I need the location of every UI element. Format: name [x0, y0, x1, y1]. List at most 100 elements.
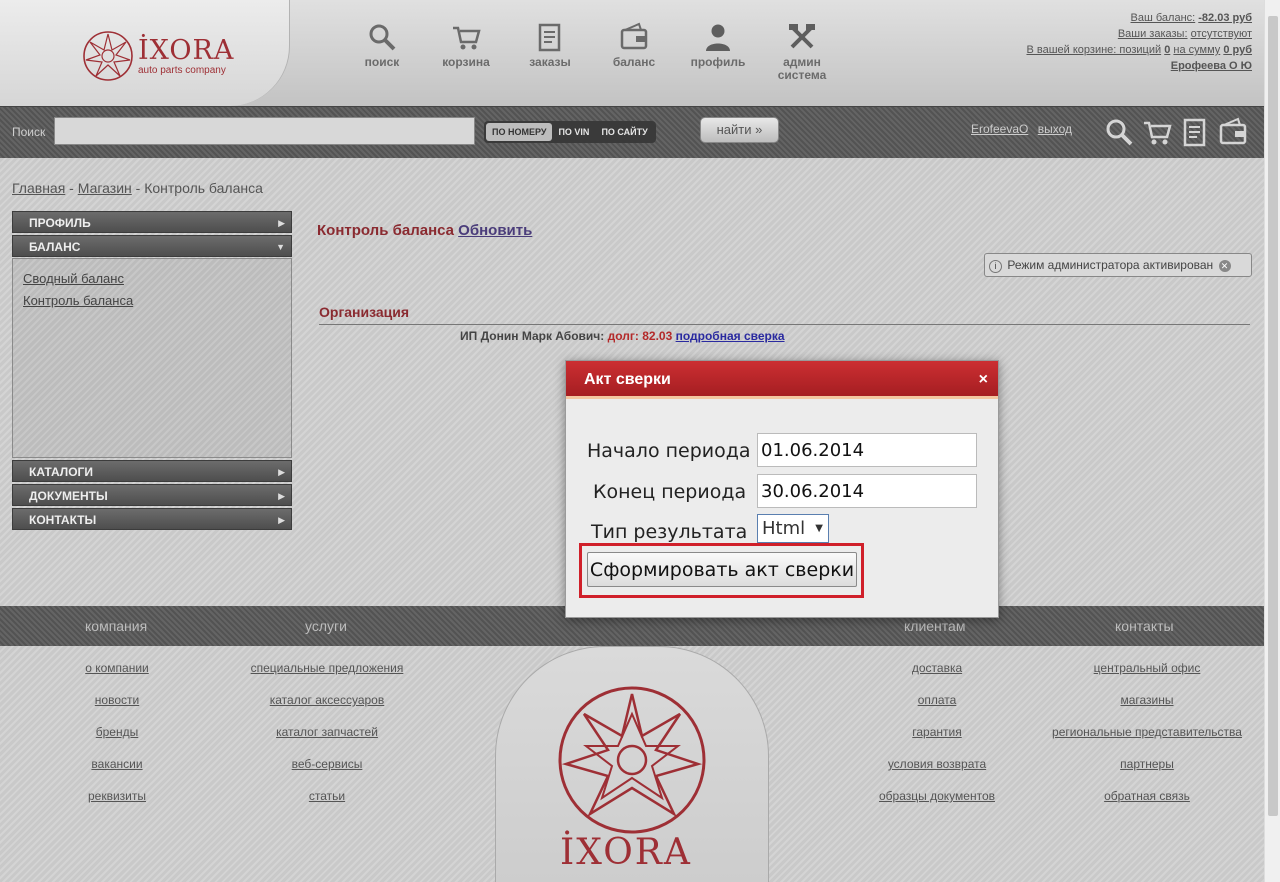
balance-value[interactable]: -82.03 руб	[1198, 12, 1252, 24]
cart-positions[interactable]: 0	[1164, 44, 1170, 56]
footer-link[interactable]: обратная связь	[1104, 789, 1190, 803]
search-mode-switch: ПО НОМЕРУ ПО VIN ПО САЙТУ	[484, 121, 656, 143]
refresh-link[interactable]: Обновить	[458, 222, 532, 239]
username-link[interactable]: ErofeevaO	[971, 122, 1028, 136]
submenu-summary-balance[interactable]: Сводный баланс	[23, 271, 124, 286]
site-logo[interactable]: İXORA auto parts company	[82, 28, 262, 84]
sidebar-item-label: КАТАЛОГИ	[29, 465, 93, 479]
footer-link[interactable]: образцы документов	[879, 789, 995, 803]
footer-link[interactable]: доставка	[912, 661, 962, 675]
cart-icon[interactable]	[1142, 117, 1172, 147]
nav-search-label: поиск	[364, 55, 400, 69]
sidebar-item-catalogs[interactable]: КАТАЛОГИ ▶	[12, 460, 292, 482]
footer-link[interactable]: магазины	[1120, 693, 1173, 707]
footer-link[interactable]: специальные предложения	[251, 661, 404, 675]
dialog-title: Акт сверки	[584, 371, 671, 388]
footer-link[interactable]: условия возврата	[888, 757, 986, 771]
footer-link[interactable]: бренды	[96, 725, 138, 739]
submenu-balance-control[interactable]: Контроль баланса	[23, 293, 133, 308]
period-start-field[interactable]	[757, 433, 977, 467]
orders-icon	[538, 23, 561, 52]
close-icon[interactable]: ✕	[1218, 260, 1231, 272]
organization-row: ИП Донин Марк Абович: долг: 82.03 подроб…	[460, 329, 785, 343]
nav-admin[interactable]: админ система	[760, 22, 844, 82]
ixora-emblem-icon	[558, 686, 706, 834]
period-end-label: Конец периода	[593, 481, 747, 503]
nav-orders-label: заказы	[529, 55, 571, 69]
user-icon	[706, 24, 730, 51]
sidebar-item-profile[interactable]: ПРОФИЛЬ ▶	[12, 211, 292, 233]
footer-link[interactable]: веб-сервисы	[292, 757, 363, 771]
top-navigation: поиск корзина заказы баланс профиль адми…	[340, 22, 844, 82]
cart-sum-label[interactable]: на сумму	[1173, 44, 1220, 56]
footer-link[interactable]: реквизиты	[88, 789, 146, 803]
nav-cart-label: корзина	[442, 55, 490, 69]
nav-orders[interactable]: заказы	[508, 22, 592, 82]
nav-balance[interactable]: баланс	[592, 22, 676, 82]
tools-icon	[789, 24, 815, 49]
scrollbar-thumb[interactable]	[1268, 16, 1278, 816]
sidebar-item-label: БАЛАНС	[29, 240, 81, 254]
footer-link[interactable]: каталог запчастей	[276, 725, 378, 739]
info-icon: i	[989, 260, 1002, 273]
search-input[interactable]	[54, 117, 475, 145]
result-type-select[interactable]: Html ▼	[757, 514, 829, 543]
mode-by-number[interactable]: ПО НОМЕРУ	[486, 123, 553, 141]
search-icon	[369, 24, 396, 51]
footer-link[interactable]: партнеры	[1120, 757, 1174, 771]
brand-name: İXORA	[138, 34, 235, 66]
orders-value[interactable]: отсутствуют	[1191, 28, 1252, 40]
footer-link[interactable]: гарантия	[912, 725, 961, 739]
breadcrumb-shop[interactable]: Магазин	[78, 180, 132, 196]
wallet-icon	[620, 22, 648, 50]
close-icon[interactable]: ×	[979, 361, 988, 399]
chevron-down-icon: ▼	[276, 242, 285, 252]
organization-header: Организация	[319, 304, 1250, 325]
search-submit-button[interactable]: найти »	[700, 117, 779, 143]
footer-link[interactable]: региональные представительства	[1052, 725, 1242, 739]
nav-profile[interactable]: профиль	[676, 22, 760, 82]
chevron-right-icon: ▶	[278, 218, 285, 228]
footer-link[interactable]: новости	[95, 693, 139, 707]
cart-summary-link[interactable]: В вашей корзине: позиций	[1026, 44, 1161, 56]
sidebar-item-contacts[interactable]: КОНТАКТЫ ▶	[12, 508, 292, 530]
footer-link[interactable]: вакансии	[91, 757, 142, 771]
footer-link[interactable]: оплата	[918, 693, 957, 707]
sidebar-item-documents[interactable]: ДОКУМЕНТЫ ▶	[12, 484, 292, 506]
brand-tagline: auto parts company	[138, 64, 226, 76]
detailed-reconciliation-link[interactable]: подробная сверка	[676, 329, 785, 343]
logout-link[interactable]: выход	[1038, 122, 1072, 136]
wallet-icon[interactable]	[1218, 117, 1248, 147]
nav-balance-label: баланс	[612, 55, 656, 69]
footer-heading-company: компания	[85, 618, 148, 634]
orders-icon[interactable]	[1180, 117, 1210, 147]
footer-heading-services: услуги	[305, 618, 347, 634]
balance-link[interactable]: Ваш баланс:	[1131, 12, 1196, 24]
page-scrollbar[interactable]	[1264, 0, 1280, 882]
sidebar-item-label: КОНТАКТЫ	[29, 513, 97, 527]
mode-by-site[interactable]: ПО САЙТУ	[595, 123, 653, 141]
user-name-link[interactable]: Ерофеева О Ю	[1171, 60, 1252, 72]
breadcrumb-separator: -	[131, 180, 145, 196]
generate-reconciliation-button[interactable]: Сформировать акт сверки	[587, 552, 857, 587]
footer-link[interactable]: каталог аксессуаров	[270, 693, 384, 707]
cart-icon	[453, 26, 481, 50]
sidebar-item-balance[interactable]: БАЛАНС ▼	[12, 235, 292, 257]
period-start-label: Начало периода	[587, 440, 751, 462]
search-icon[interactable]	[1104, 117, 1134, 147]
chevron-right-icon: ▶	[278, 467, 285, 477]
breadcrumb: Главная - Магазин - Контроль баланса	[12, 180, 263, 196]
period-end-field[interactable]	[757, 474, 977, 508]
footer-link[interactable]: о компании	[85, 661, 149, 675]
mode-by-vin[interactable]: ПО VIN	[552, 123, 595, 141]
footer-link[interactable]: статьи	[309, 789, 345, 803]
orders-link[interactable]: Ваши заказы:	[1118, 28, 1188, 40]
nav-cart[interactable]: корзина	[424, 22, 508, 82]
nav-search[interactable]: поиск	[340, 22, 424, 82]
cart-sum-value[interactable]: 0 руб	[1223, 44, 1252, 56]
result-type-label: Тип результата	[591, 521, 748, 543]
page-title: Контроль баланса Обновить	[317, 222, 532, 239]
footer-link[interactable]: центральный офис	[1094, 661, 1201, 675]
quick-icons	[1104, 117, 1256, 147]
breadcrumb-home[interactable]: Главная	[12, 180, 65, 196]
